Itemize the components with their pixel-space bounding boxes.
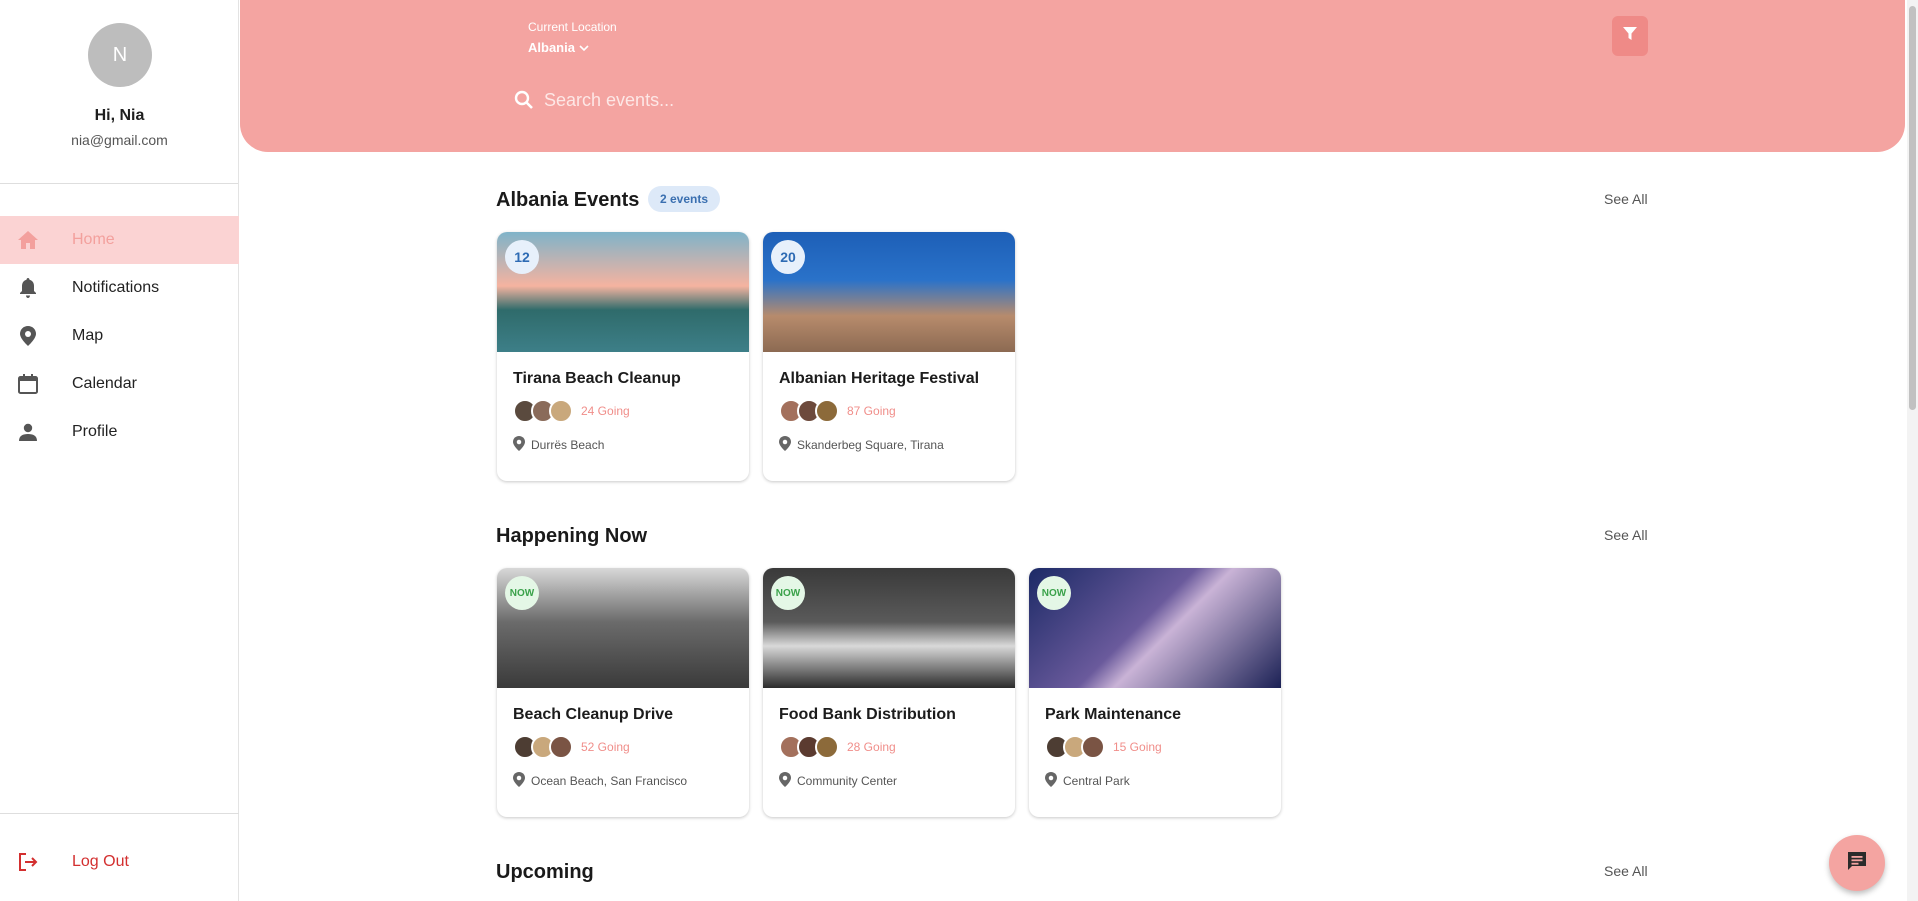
event-card[interactable]: 12 Tirana Beach Cleanup 24 Going Durrës … <box>497 232 749 481</box>
map-pin-icon <box>1045 772 1057 790</box>
sidebar-item-calendar[interactable]: Calendar <box>0 360 239 408</box>
event-title: Food Bank Distribution <box>779 706 956 723</box>
logout-label: Log Out <box>72 853 129 870</box>
map-pin-icon <box>16 324 40 348</box>
sidebar-nav: Home Notifications Map Calendar Profile <box>0 216 239 456</box>
logout-button[interactable]: Log Out <box>0 838 239 886</box>
event-image: NOW <box>497 568 749 688</box>
going-count: 87 Going <box>847 404 896 418</box>
event-location: Ocean Beach, San Francisco <box>513 772 687 790</box>
calendar-icon <box>16 372 40 396</box>
now-badge: NOW <box>1037 576 1071 610</box>
event-location-text: Community Center <box>797 774 898 788</box>
sidebar-item-label: Map <box>72 327 104 344</box>
person-icon <box>16 420 40 444</box>
event-title: Tirana Beach Cleanup <box>513 370 681 387</box>
attendees: 87 Going <box>779 399 896 423</box>
header: Current Location Albania <box>240 0 1905 152</box>
date-badge: 20 <box>771 240 805 274</box>
bell-icon <box>16 276 40 300</box>
event-image: 12 <box>497 232 749 352</box>
vertical-scrollbar[interactable] <box>1907 0 1918 901</box>
going-count: 28 Going <box>847 740 896 754</box>
event-title: Beach Cleanup Drive <box>513 706 674 723</box>
map-pin-icon <box>513 436 525 454</box>
event-image: 20 <box>763 232 1015 352</box>
sidebar-item-label: Notifications <box>72 279 160 296</box>
sidebar-item-label: Profile <box>72 423 118 440</box>
section-title-happening-now: Happening Now <box>496 525 648 547</box>
section-title-albania: Albania Events <box>496 189 640 211</box>
home-icon <box>16 228 40 252</box>
now-badge: NOW <box>771 576 805 610</box>
event-location: Central Park <box>1045 772 1130 790</box>
scrollbar-thumb[interactable] <box>1909 6 1916 410</box>
filter-button[interactable] <box>1612 16 1648 56</box>
attendee-avatar <box>549 399 573 423</box>
event-image: NOW <box>1029 568 1281 688</box>
attendee-avatar <box>549 735 573 759</box>
attendees: 52 Going <box>513 735 630 759</box>
avatar[interactable]: N <box>88 23 152 87</box>
attendees: 24 Going <box>513 399 630 423</box>
map-pin-icon <box>779 436 791 454</box>
going-count: 24 Going <box>581 404 630 418</box>
see-all-upcoming-link[interactable]: See All <box>1604 863 1648 879</box>
attendee-avatar <box>815 735 839 759</box>
see-all-albania-link[interactable]: See All <box>1604 191 1648 207</box>
search-icon <box>512 88 536 112</box>
chat-button[interactable] <box>1829 835 1885 891</box>
event-image: NOW <box>763 568 1015 688</box>
attendees: 15 Going <box>1045 735 1162 759</box>
event-location-text: Skanderbeg Square, Tirana <box>797 438 944 452</box>
location-selector[interactable]: Albania <box>528 40 589 55</box>
greeting: Hi, Nia <box>94 107 145 124</box>
chevron-down-icon <box>579 40 589 55</box>
search-bar <box>512 84 1412 116</box>
event-location: Skanderbeg Square, Tirana <box>779 436 944 454</box>
event-location-text: Durrës Beach <box>531 438 605 452</box>
sidebar-item-notifications[interactable]: Notifications <box>0 264 239 312</box>
sidebar-item-home[interactable]: Home <box>0 216 239 264</box>
sidebar-divider <box>0 813 239 814</box>
event-location: Community Center <box>779 772 897 790</box>
user-email: nia@gmail.com <box>71 132 168 148</box>
event-card[interactable]: 20 Albanian Heritage Festival 87 Going S… <box>763 232 1015 481</box>
sidebar-item-map[interactable]: Map <box>0 312 239 360</box>
map-pin-icon <box>779 772 791 790</box>
event-card[interactable]: NOW Food Bank Distribution 28 Going Comm… <box>763 568 1015 817</box>
attendees: 28 Going <box>779 735 896 759</box>
sidebar: N Hi, Nia nia@gmail.com Home Notificatio… <box>0 0 239 901</box>
event-card[interactable]: NOW Park Maintenance 15 Going Central Pa… <box>1029 568 1281 817</box>
attendee-avatar <box>1081 735 1105 759</box>
date-badge: 12 <box>505 240 539 274</box>
event-location-text: Central Park <box>1063 774 1130 788</box>
attendee-avatar <box>815 399 839 423</box>
see-all-now-link[interactable]: See All <box>1604 527 1648 543</box>
location-caption: Current Location <box>528 20 617 34</box>
filter-icon <box>1623 26 1637 46</box>
sidebar-item-label: Home <box>72 231 115 248</box>
chat-icon <box>1846 850 1868 877</box>
profile-panel: N Hi, Nia nia@gmail.com <box>0 0 238 184</box>
section-title-upcoming: Upcoming <box>496 861 594 883</box>
event-title: Park Maintenance <box>1045 706 1182 723</box>
event-title: Albanian Heritage Festival <box>779 370 980 387</box>
sidebar-item-profile[interactable]: Profile <box>0 408 239 456</box>
sidebar-item-label: Calendar <box>72 375 137 392</box>
events-count-badge: 2 events <box>648 186 721 212</box>
search-input[interactable] <box>544 89 1344 111</box>
going-count: 52 Going <box>581 740 630 754</box>
event-location-text: Ocean Beach, San Francisco <box>531 774 688 788</box>
going-count: 15 Going <box>1113 740 1162 754</box>
event-location: Durrës Beach <box>513 436 604 454</box>
location-value: Albania <box>528 40 575 55</box>
event-card[interactable]: NOW Beach Cleanup Drive 52 Going Ocean B… <box>497 568 749 817</box>
map-pin-icon <box>513 772 525 790</box>
logout-icon <box>16 850 40 874</box>
now-badge: NOW <box>505 576 539 610</box>
